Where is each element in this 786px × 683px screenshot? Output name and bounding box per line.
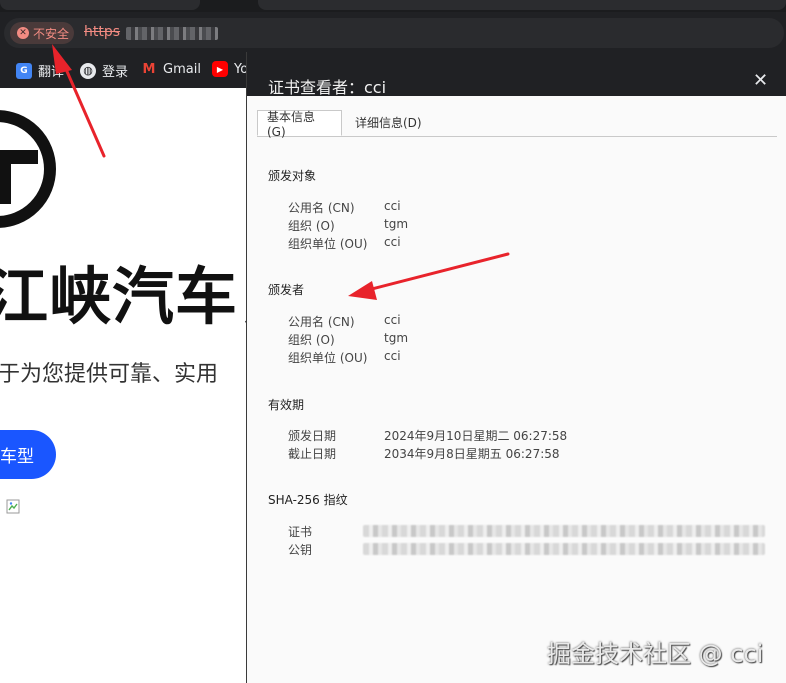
field-value: 2034年9月8日星期五 06:27:58 [384, 447, 560, 461]
browser-tab[interactable] [0, 0, 200, 10]
bookmark-youtube[interactable]: ▶ Yo [212, 61, 248, 77]
bookmark-translate[interactable]: G 翻译 [16, 61, 64, 80]
dialog-title: 证书查看者：cci [268, 78, 387, 97]
field-value: cci [384, 313, 401, 327]
logo-t-stem [0, 150, 11, 204]
field-value: cci [384, 235, 401, 249]
not-secure-label: 不安全 [33, 26, 70, 41]
section-fingerprints: SHA-256 指纹 [268, 493, 348, 507]
youtube-icon: ▶ [212, 61, 228, 77]
field-label: 公钥 [288, 543, 313, 557]
gmail-icon: M [142, 61, 156, 77]
field-label: 组织 (O) [288, 333, 335, 347]
hero-subtitle: 于为您提供可靠、实用 [0, 362, 219, 387]
field-value: tgm [384, 331, 409, 345]
field-value: cci [384, 349, 401, 363]
broken-image-icon [6, 499, 20, 514]
browser-toolbar: ✕ 不安全 https [0, 12, 786, 54]
tab-details[interactable]: 详细信息(D) [346, 110, 436, 135]
not-secure-chip[interactable]: ✕ 不安全 [10, 22, 74, 44]
warning-x-icon: ✕ [17, 27, 29, 39]
certificate-fingerprint-redacted [363, 525, 765, 537]
hero-title: 江峡汽车， [0, 260, 250, 333]
bookmark-label: 登录 [102, 65, 129, 80]
public-key-fingerprint-redacted [363, 543, 765, 555]
tab-general[interactable]: 基本信息(G) [257, 110, 342, 139]
section-issued-to: 颁发对象 [268, 169, 317, 183]
bookmark-login[interactable]: ◍ 登录 [80, 61, 128, 80]
field-label: 颁发日期 [288, 429, 337, 443]
field-label: 公用名 (CN) [288, 201, 355, 215]
section-issued-by: 颁发者 [268, 283, 305, 297]
url-text[interactable]: https [84, 24, 120, 40]
bookmark-label: 翻译 [38, 65, 65, 80]
globe-icon: ◍ [80, 62, 96, 79]
watermark: 掘金技术社区 @ cci [547, 640, 764, 668]
field-value: cci [384, 199, 401, 213]
browser-tab[interactable] [258, 0, 786, 10]
dialog-titlebar: 证书查看者：cci ✕ [247, 52, 786, 97]
bookmark-label: Gmail [163, 61, 201, 77]
brand-logo [0, 110, 56, 228]
close-icon[interactable]: ✕ [753, 72, 768, 90]
field-label: 组织 (O) [288, 219, 335, 233]
dialog-tabs: 基本信息(G) 详细信息(D) [257, 110, 777, 139]
web-page: 江峡汽车， 于为您提供可靠、实用 车型 [0, 88, 250, 683]
certificate-viewer-dialog: 证书查看者：cci ✕ 基本信息(G) 详细信息(D) 颁发对象 公用名 (CN… [246, 52, 786, 683]
field-value: tgm [384, 217, 409, 231]
bookmark-gmail[interactable]: M Gmail [141, 61, 201, 77]
field-label: 证书 [288, 525, 313, 539]
translate-icon: G [16, 62, 32, 79]
field-value: 2024年9月10日星期二 06:27:58 [384, 429, 568, 443]
field-label: 公用名 (CN) [288, 315, 355, 329]
address-bar[interactable]: ✕ 不安全 https [4, 18, 784, 48]
section-validity: 有效期 [268, 398, 305, 412]
tab-strip [0, 0, 786, 12]
url-redacted [126, 27, 218, 40]
field-label: 组织单位 (OU) [288, 351, 368, 365]
view-models-button[interactable]: 车型 [0, 430, 56, 479]
field-label: 截止日期 [288, 447, 337, 461]
field-label: 组织单位 (OU) [288, 237, 368, 251]
